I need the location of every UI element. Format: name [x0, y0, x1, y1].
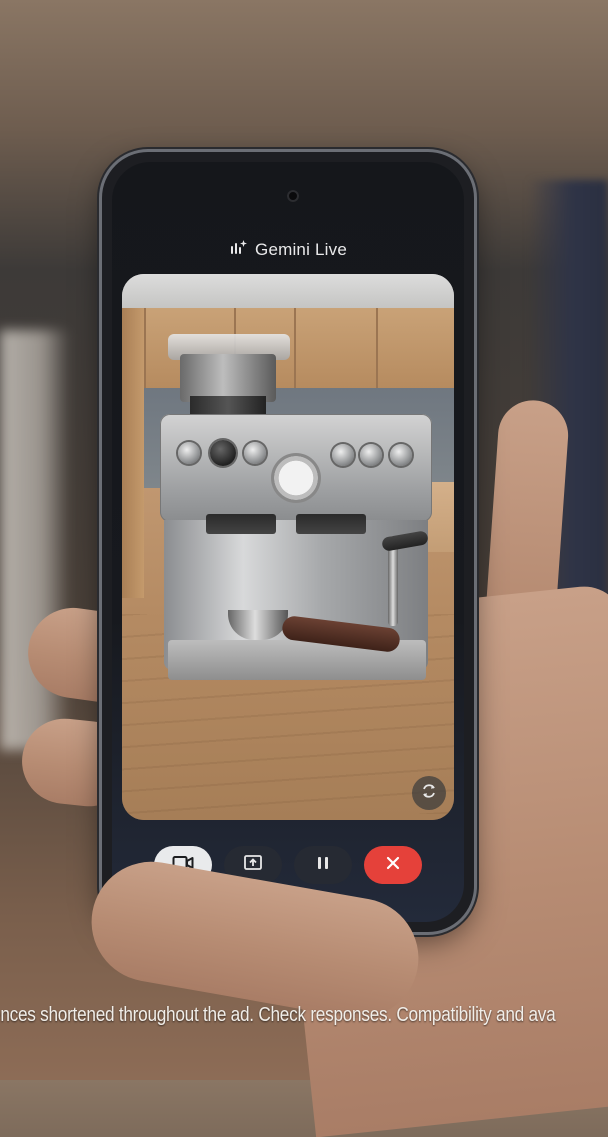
switch-camera-button[interactable]	[412, 776, 446, 810]
pause-button[interactable]	[294, 846, 352, 884]
page-title: Gemini Live	[255, 240, 347, 259]
camera-viewfinder	[122, 274, 454, 820]
machine-knob	[390, 444, 412, 466]
gemini-live-header: Gemini Live	[112, 238, 464, 262]
phone-device: Gemini Live	[102, 152, 474, 932]
group-head	[296, 514, 366, 534]
pause-icon	[316, 855, 330, 876]
bean-hopper	[180, 354, 276, 402]
espresso-machine	[154, 324, 439, 704]
grind-dial	[210, 440, 236, 466]
machine-knob	[332, 444, 354, 466]
front-camera	[287, 190, 299, 202]
machine-knob	[244, 442, 266, 464]
pressure-gauge	[274, 456, 318, 500]
close-icon	[385, 855, 401, 876]
disclaimer-caption: uences shortened throughout the ad. Chec…	[0, 1004, 608, 1027]
screen-share-icon	[243, 854, 263, 877]
machine-knob	[360, 444, 382, 466]
kitchen-ceiling	[122, 274, 454, 308]
gemini-live-sparkle-icon	[229, 239, 248, 262]
phone-screen: Gemini Live	[112, 162, 464, 922]
switch-camera-icon	[420, 782, 438, 805]
end-session-button[interactable]	[364, 846, 422, 884]
grinder-base	[190, 396, 266, 416]
group-head	[206, 514, 276, 534]
disclaimer-text: uences shortened throughout the ad. Chec…	[0, 1004, 556, 1026]
machine-knob	[178, 442, 200, 464]
kitchen-cabinet-left	[122, 308, 144, 598]
